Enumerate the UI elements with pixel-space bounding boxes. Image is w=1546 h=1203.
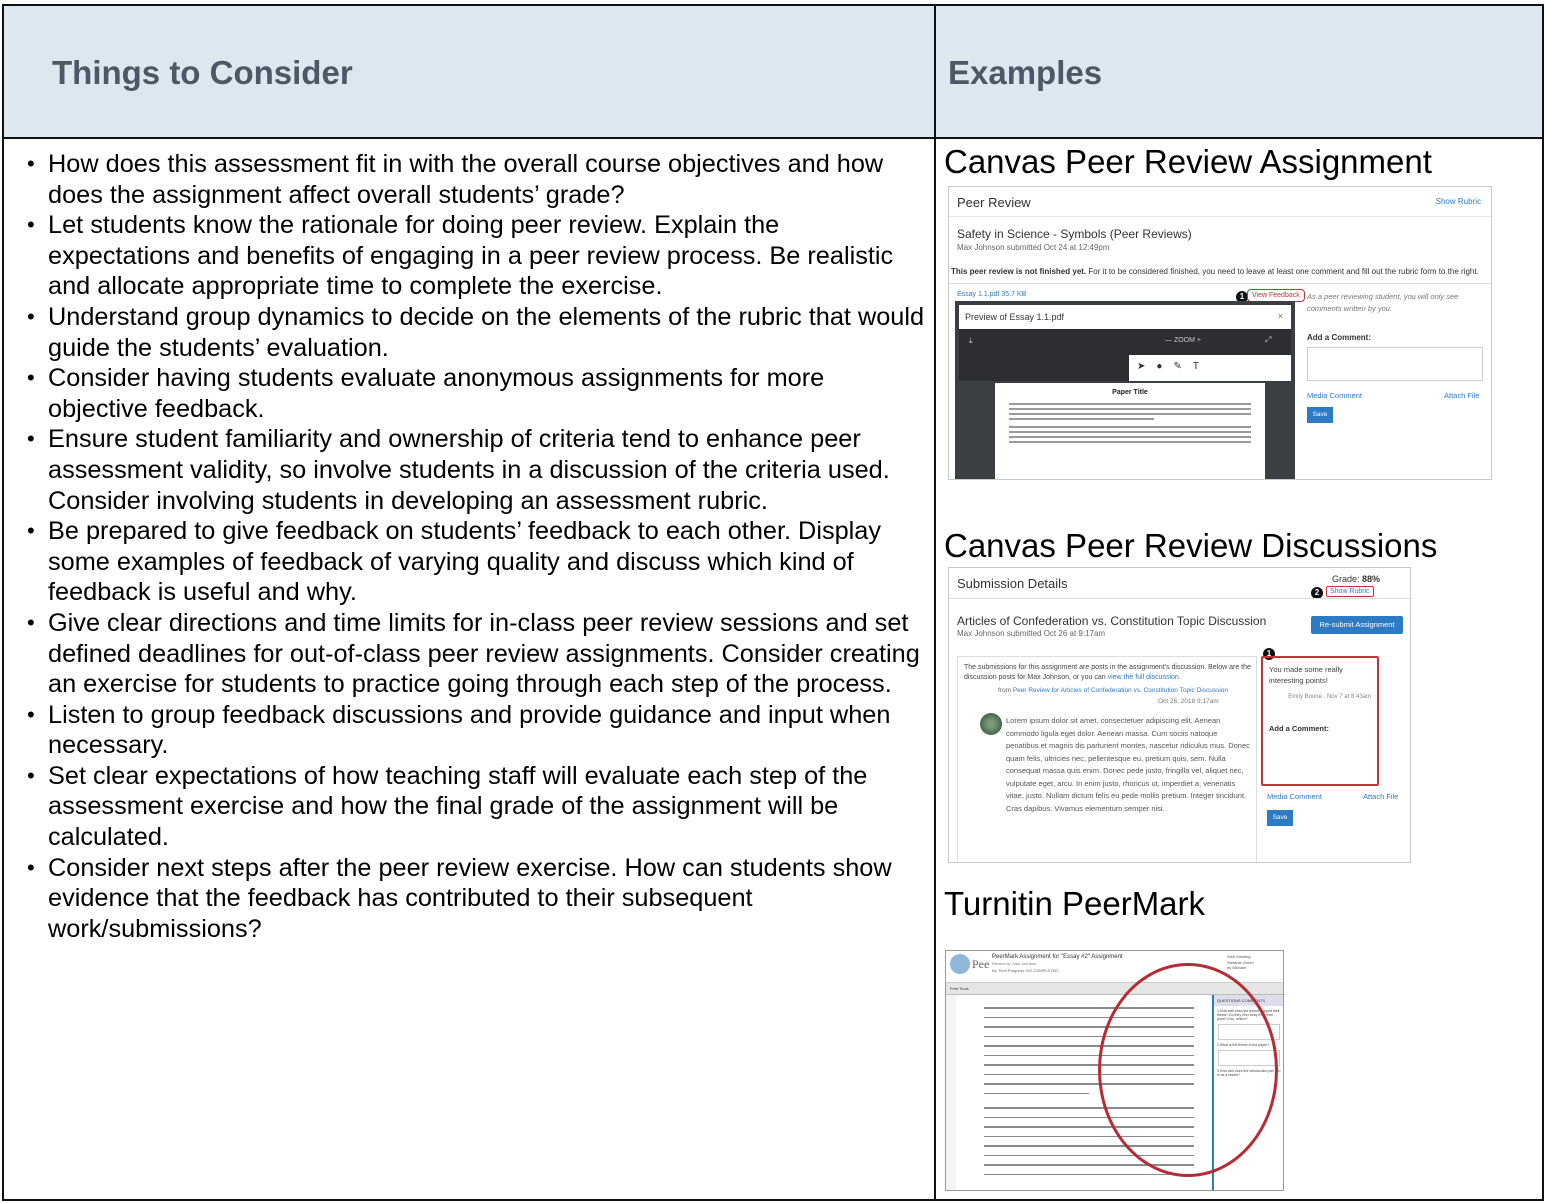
post-source: from Peer Review for Articles of Confede…: [998, 687, 1228, 694]
example-title-peer-review-discussions: Canvas Peer Review Discussions: [944, 527, 1438, 564]
screenshot-header: Peer Review Show Rubric: [949, 187, 1491, 217]
post-body: Lorem ipsum dolor sit amet, consectetuer…: [1006, 716, 1250, 813]
expand-icon: ⤢: [1265, 335, 1272, 344]
discussion-intro: The submissions for this assignment are …: [964, 663, 1254, 683]
grade-label: Grade:: [1332, 574, 1360, 584]
paper-text-lines: [1009, 403, 1251, 446]
grade-display: Grade: 88%: [1332, 574, 1380, 584]
from-label: from: [998, 687, 1011, 694]
resubmit-button: Re-submit Assignment: [1311, 616, 1403, 634]
warning-bold: This peer review is not finished yet.: [951, 267, 1087, 276]
warning-text: For it to be considered finished, you ne…: [1086, 267, 1479, 276]
assignment-title: Safety in Science - Symbols (Peer Review…: [957, 227, 1192, 241]
submission-info: Max Johnson submitted Oct 26 at 9:17am: [957, 629, 1106, 638]
list-item: Ensure student familiarity and ownership…: [26, 424, 926, 516]
show-rubric-link: Show Rubric: [1435, 197, 1481, 206]
save-button: Save: [1267, 810, 1293, 826]
list-item: Be prepared to give feedback on students…: [26, 516, 926, 608]
comment-author: Emily Boone , Nov 7 at 8:43am: [1288, 694, 1371, 700]
media-comment-link: Media Comment: [1307, 391, 1363, 400]
download-icon: ⤓: [969, 336, 973, 345]
preview-header: Preview of Essay 1.1.pdf ×: [959, 305, 1291, 329]
highlight-circle: [1098, 963, 1278, 1177]
comment-panel: You made some really interesting points!…: [1261, 656, 1379, 786]
zoom-control: — ZOOM +: [1165, 337, 1201, 344]
peermark-logo-icon: [950, 954, 970, 974]
annotation-toolbar: ➤●✎T: [959, 355, 1291, 381]
list-item: Understand group dynamics to decide on t…: [26, 302, 926, 363]
discussion-link: Peer Review for Articles of Confederatio…: [1012, 687, 1229, 694]
comment-textarea: [1307, 347, 1483, 381]
paper-info: Web Meeting Stefanie Green by Michael: [1227, 954, 1254, 970]
turnitin-peermark-screenshot: Pee PeerMark Assignment for "Essay #2" A…: [945, 950, 1284, 1191]
discussion-posts-panel: The submissions for this assignment are …: [957, 656, 1257, 862]
table-header-row: Things to Consider Examples: [4, 6, 1542, 139]
paper-title: Paper Title: [1112, 389, 1148, 396]
annotation-tools: ➤●✎T: [1129, 355, 1291, 381]
preview-title: Preview of Essay 1.1.pdf: [965, 312, 1065, 322]
peer-review-assignment-screenshot: Peer Review Show Rubric Safety in Scienc…: [948, 186, 1492, 480]
list-item: Give clear directions and time limits fo…: [26, 608, 926, 700]
peermark-title: PeerMark Assignment for "Essay #2" Assig…: [992, 954, 1123, 960]
screenshot-heading: Submission Details: [957, 576, 1068, 591]
file-link: Essay 1.1.pdf 35.7 KB: [957, 291, 1027, 298]
grade-value: 88%: [1362, 574, 1381, 584]
post-date: Oct 26, 2018 9:17am: [1158, 698, 1219, 705]
divider: [949, 598, 1410, 599]
column-divider: [934, 6, 936, 1199]
pin-icon: ●: [1156, 361, 1174, 372]
pencil-icon: ✎: [1173, 361, 1193, 372]
side-note: As a peer reviewing student, you will on…: [1307, 292, 1459, 313]
submission-info: Max Johnson submitted Oct 24 at 12:49pm: [957, 243, 1110, 252]
considerations-list: How does this assessment fit in with the…: [26, 149, 926, 944]
peer-review-discussions-screenshot: Submission Details Grade: 88% 2 Show Rub…: [948, 567, 1411, 863]
pointer-icon: ➤: [1137, 361, 1157, 372]
screenshot-heading: Peer Review: [957, 195, 1031, 210]
comment-text: You made some really interesting points!: [1269, 665, 1343, 685]
divider: [949, 283, 1491, 284]
show-rubric-link: Show Rubric: [1326, 586, 1374, 597]
attach-file-link: Attach File: [1444, 391, 1480, 400]
document-page: Paper Title: [995, 383, 1265, 479]
list-item: How does this assessment fit in with the…: [26, 149, 926, 210]
media-comment-link: Media Comment: [1267, 792, 1323, 801]
header-things-to-consider: Things to Consider: [52, 54, 353, 91]
list-item: Consider having students evaluate anonym…: [26, 363, 926, 424]
pdf-preview: Preview of Essay 1.1.pdf × ⤓ — ZOOM + ⤢ …: [955, 301, 1295, 479]
example-title-peer-review-assignment: Canvas Peer Review Assignment: [944, 143, 1432, 180]
list-item: Listen to group feedback discussions and…: [26, 700, 926, 761]
add-comment-label: Add a Comment:: [1307, 333, 1371, 342]
logo-text: Pee: [972, 957, 990, 971]
header-examples: Examples: [948, 54, 1103, 91]
full-discussion-link: view the full discussion.: [1107, 674, 1181, 681]
attach-file-link: Attach File: [1363, 792, 1399, 801]
list-item: Let students know the rationale for doin…: [26, 210, 926, 302]
assignment-title: Articles of Confederation vs. Constituti…: [957, 614, 1267, 628]
text-icon: T: [1192, 361, 1210, 372]
save-button: Save: [1307, 407, 1333, 423]
preview-toolbar: ⤓ — ZOOM + ⤢: [959, 329, 1291, 355]
example-title-turnitin-peermark: Turnitin PeerMark: [944, 885, 1206, 922]
progress-status: by: Tech Progress: NO COMPLETED: [992, 968, 1059, 973]
close-icon: ×: [1277, 311, 1283, 321]
list-item: Set clear expectations of how teaching s…: [26, 761, 926, 853]
reviewer-name: Review by Julia Johnson: [992, 961, 1037, 966]
avatar: [980, 713, 1002, 735]
review-warning: This peer review is not finished yet. Fo…: [951, 267, 1479, 276]
add-comment-label: Add a Comment:: [1269, 724, 1329, 733]
list-item: Consider next steps after the peer revie…: [26, 853, 926, 945]
